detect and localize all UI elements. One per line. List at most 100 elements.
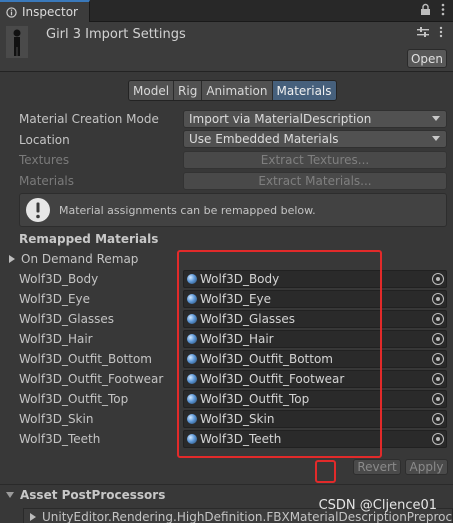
material-object-value: Wolf3D_Hair [200, 332, 274, 346]
apply-button[interactable]: Apply [405, 459, 448, 475]
textures-label: Textures [19, 153, 70, 167]
tab-model[interactable]: Model [129, 81, 175, 100]
material-slot-label: Wolf3D_Eye [19, 292, 91, 306]
chevron-right-icon [30, 513, 36, 521]
chevron-down-icon [432, 136, 440, 141]
material-object-value: Wolf3D_Outfit_Bottom [200, 352, 333, 366]
object-picker-icon[interactable] [432, 393, 444, 405]
material-object-value: Wolf3D_Teeth [200, 432, 282, 446]
material-object-value: Wolf3D_Skin [200, 412, 275, 426]
on-demand-remap-foldout[interactable]: On Demand Remap [9, 250, 138, 268]
material-object-value: Wolf3D_Body [200, 272, 280, 286]
presets-icon[interactable] [417, 26, 429, 38]
list-item: Wolf3D_Body [19, 270, 98, 288]
chevron-down-icon [6, 492, 14, 498]
lock-icon[interactable] [420, 3, 431, 16]
object-picker-icon[interactable] [432, 373, 444, 385]
material-slot-label: Wolf3D_Hair [19, 332, 93, 346]
object-picker-icon[interactable] [432, 273, 444, 285]
object-picker-icon[interactable] [432, 313, 444, 325]
textures-row: Textures [19, 151, 69, 169]
import-tabs: Model Rig Animation Materials [128, 80, 337, 101]
object-picker-icon[interactable] [432, 333, 444, 345]
material-object-value: Wolf3D_Outfit_Top [200, 392, 310, 406]
material-slot-label: Wolf3D_Outfit_Footwear [19, 372, 164, 386]
material-icon [187, 394, 197, 404]
location-label: Location [19, 133, 70, 147]
materials-row: Materials [19, 172, 74, 190]
object-picker-icon[interactable] [432, 353, 444, 365]
list-item: Wolf3D_Teeth [19, 430, 100, 448]
materials-label: Materials [19, 174, 75, 188]
object-picker-icon[interactable] [432, 293, 444, 305]
asset-postprocessors-foldout[interactable]: Asset PostProcessors [6, 488, 165, 502]
material-slot-label: Wolf3D_Body [19, 272, 99, 286]
material-icon [187, 434, 197, 444]
list-item: Wolf3D_Outfit_Footwear [19, 370, 163, 388]
info-icon [26, 198, 50, 222]
material-icon [187, 314, 197, 324]
creation-mode-dropdown[interactable]: Import via MaterialDescription [183, 110, 447, 128]
material-object-field[interactable]: Wolf3D_Skin [183, 410, 447, 428]
material-icon [187, 414, 197, 424]
divider [0, 484, 453, 485]
material-object-field[interactable]: Wolf3D_Outfit_Top [183, 390, 447, 408]
kebab-menu-icon[interactable] [439, 26, 443, 38]
material-icon [187, 354, 197, 364]
revert-button[interactable]: Revert [353, 459, 401, 475]
inspector-tab[interactable]: Inspector [0, 0, 90, 22]
material-icon [187, 274, 197, 284]
tab-rig[interactable]: Rig [174, 81, 203, 100]
remapped-materials-title: Remapped Materials [19, 232, 159, 246]
object-picker-icon[interactable] [432, 433, 444, 445]
list-item: Wolf3D_Outfit_Top [19, 390, 128, 408]
material-slot-label: Wolf3D_Outfit_Top [19, 392, 129, 406]
watermark: CSDN @Cljence01 [318, 498, 437, 513]
open-button[interactable]: Open [407, 49, 447, 68]
material-slot-label: Wolf3D_Outfit_Bottom [19, 352, 152, 366]
inspector-tab-label: Inspector [22, 5, 78, 19]
material-slot-label: Wolf3D_Glasses [19, 312, 115, 326]
kebab-menu-icon[interactable] [441, 3, 445, 16]
material-slot-label: Wolf3D_Teeth [19, 432, 101, 446]
page-title: Girl 3 Import Settings [46, 27, 186, 42]
help-text: Material assignments can be remapped bel… [59, 203, 316, 217]
model-thumbnail-icon [6, 26, 28, 58]
location-dropdown[interactable]: Use Embedded Materials [183, 130, 447, 148]
on-demand-remap-label: On Demand Remap [21, 252, 139, 266]
extract-materials-button[interactable]: Extract Materials... [183, 172, 447, 190]
list-item: Wolf3D_Eye [19, 290, 90, 308]
material-icon [187, 334, 197, 344]
material-object-value: Wolf3D_Glasses [200, 312, 296, 326]
tab-animation[interactable]: Animation [202, 81, 273, 100]
creation-mode-row: Material Creation Mode [19, 110, 159, 128]
material-icon [187, 294, 197, 304]
material-icon [187, 374, 197, 384]
highlight-box [315, 460, 336, 483]
material-object-field[interactable]: Wolf3D_Eye [183, 290, 447, 308]
location-row: Location [19, 131, 70, 149]
tab-materials[interactable]: Materials [272, 81, 336, 100]
location-value: Use Embedded Materials [189, 132, 339, 146]
list-item: Wolf3D_Hair [19, 330, 93, 348]
list-item: Wolf3D_Glasses [19, 310, 114, 328]
help-box: Material assignments can be remapped bel… [19, 193, 447, 227]
material-object-field[interactable]: Wolf3D_Body [183, 270, 447, 288]
chevron-down-icon [432, 116, 440, 121]
material-object-field[interactable]: Wolf3D_Outfit_Footwear [183, 370, 447, 388]
material-object-field[interactable]: Wolf3D_Teeth [183, 430, 447, 448]
object-picker-icon[interactable] [432, 413, 444, 425]
material-slot-label: Wolf3D_Skin [19, 412, 94, 426]
import-settings-header: Girl 3 Import Settings Open [0, 22, 453, 72]
material-object-field[interactable]: Wolf3D_Outfit_Bottom [183, 350, 447, 368]
material-object-value: Wolf3D_Eye [200, 292, 272, 306]
creation-mode-value: Import via MaterialDescription [189, 112, 372, 126]
info-icon [6, 6, 17, 18]
material-object-field[interactable]: Wolf3D_Glasses [183, 310, 447, 328]
asset-postprocessors-title: Asset PostProcessors [20, 488, 166, 502]
material-object-field[interactable]: Wolf3D_Hair [183, 330, 447, 348]
chevron-right-icon [9, 255, 15, 263]
window-tab-bar: Inspector [0, 0, 453, 22]
material-object-value: Wolf3D_Outfit_Footwear [200, 372, 345, 386]
extract-textures-button[interactable]: Extract Textures... [183, 151, 447, 169]
